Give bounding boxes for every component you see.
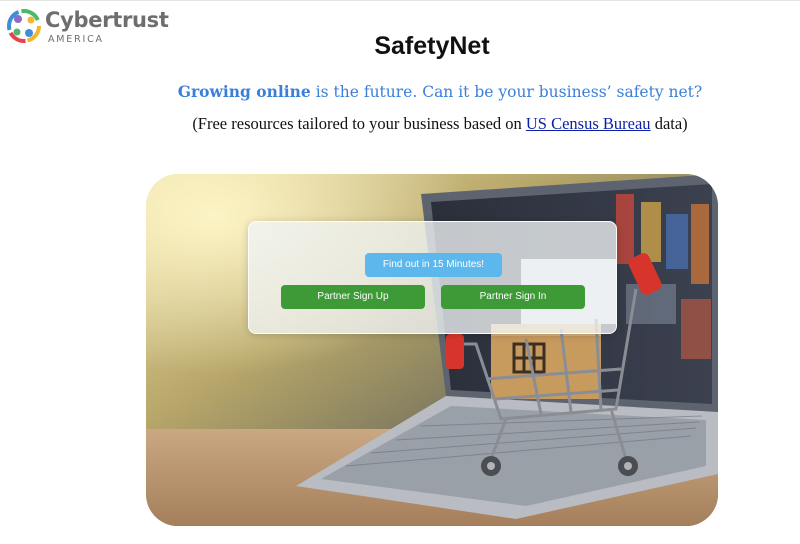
data-source-suffix: data) bbox=[650, 114, 688, 133]
logo-name: Cybertrust bbox=[45, 8, 169, 32]
tagline: Growing online is the future. Can it be … bbox=[0, 82, 800, 101]
action-card: Find out in 15 Minutes! Partner Sign Up … bbox=[248, 221, 617, 334]
tagline-rest: is the future. Can it be your business’ … bbox=[310, 83, 703, 101]
data-source-note: (Free resources tailored to your busines… bbox=[0, 114, 800, 134]
census-bureau-link[interactable]: US Census Bureau bbox=[526, 114, 651, 133]
partner-sign-in-button[interactable]: Partner Sign In bbox=[441, 285, 585, 309]
partner-sign-up-button[interactable]: Partner Sign Up bbox=[281, 285, 425, 309]
data-source-prefix: (Free resources tailored to your busines… bbox=[192, 114, 526, 133]
top-divider bbox=[0, 0, 800, 1]
page-title: SafetyNet bbox=[374, 32, 490, 60]
find-out-button[interactable]: Find out in 15 Minutes! bbox=[365, 253, 502, 277]
tagline-emphasis: Growing online bbox=[177, 82, 311, 101]
